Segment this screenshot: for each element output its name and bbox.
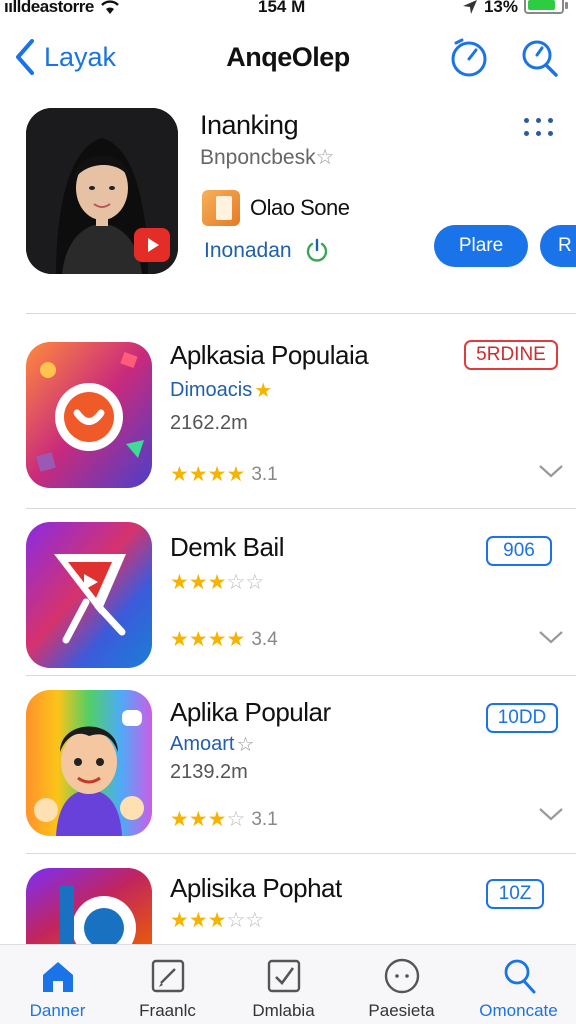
chevron-down-icon[interactable] xyxy=(538,806,564,822)
featured-subtitle-text: Bnponcbesk xyxy=(200,146,316,169)
timer-icon[interactable] xyxy=(448,36,490,78)
price-badge[interactable]: 906 xyxy=(486,536,552,566)
play-icon xyxy=(134,228,170,262)
star-icon: ★ xyxy=(188,909,208,932)
document-app-icon xyxy=(202,190,240,226)
app-developer[interactable]: Amoart ☆ xyxy=(170,732,254,757)
featured-title: Inanking xyxy=(200,110,299,140)
app-title[interactable]: Demk Bail xyxy=(170,532,284,563)
star-icon: ★ xyxy=(207,808,227,831)
star-icon: ★ xyxy=(170,909,189,932)
star-rating: ★ ★ ★ ☆ 3.1 xyxy=(170,807,278,832)
star-icon: ★ xyxy=(254,380,273,402)
star-outline-icon: ☆ xyxy=(226,571,246,594)
developer-label: Inonadan xyxy=(204,239,292,262)
tab-home[interactable]: Danner xyxy=(0,945,115,1024)
star-outline-icon: ☆ xyxy=(236,734,255,756)
star-icon: ★ xyxy=(207,463,227,486)
divider xyxy=(26,313,576,314)
secondary-button[interactable]: R xyxy=(540,225,576,267)
tab-label: Dmlabia xyxy=(252,1001,315,1020)
app-icon[interactable] xyxy=(26,522,152,668)
star-rating: ★ ★ ★ ☆ ☆ xyxy=(170,908,264,933)
star-icon: ★ xyxy=(188,571,208,594)
developer-name: Amoart xyxy=(170,733,235,755)
star-rating: ★ ★ ★ ★ 3.1 xyxy=(170,462,278,487)
star-icon: ★ xyxy=(207,909,227,932)
star-outline-icon: ☆ xyxy=(245,571,265,594)
app-title[interactable]: Aplisika Pophat xyxy=(170,873,342,904)
app-title[interactable]: Aplkasia Populaia xyxy=(170,340,369,371)
star-icon: ★ xyxy=(188,463,208,486)
star-outline-icon: ☆ xyxy=(226,909,246,932)
clock: 154 M xyxy=(258,0,306,16)
rating-value: 3.1 xyxy=(251,808,278,830)
featured-subtitle: Bnponcbesk☆ xyxy=(200,145,334,170)
rating-value: 3.4 xyxy=(251,628,278,650)
chevron-down-icon[interactable] xyxy=(538,629,564,645)
battery-percent: 13% xyxy=(483,0,518,16)
star-rating: ★ ★ ★ ☆ ☆ xyxy=(170,570,264,595)
tab-checkbox[interactable]: Dmlabia xyxy=(226,945,341,1024)
app-icon[interactable] xyxy=(26,342,152,488)
divider xyxy=(26,508,576,509)
star-outline-icon: ☆ xyxy=(245,909,265,932)
battery-level xyxy=(528,0,556,10)
app-title[interactable]: Aplika Popular xyxy=(170,697,331,728)
star-icon: ★ xyxy=(170,571,189,594)
tab-bar: Danner Fraanlc Dmlabia Paesieta Omoncate xyxy=(0,944,576,1024)
star-icon: ★ xyxy=(188,628,208,651)
wifi-icon xyxy=(101,0,119,14)
star-outline-icon: ☆ xyxy=(226,808,246,831)
price-badge[interactable]: 5RDINE xyxy=(464,340,558,370)
play-button[interactable]: Plare xyxy=(434,225,528,267)
divider xyxy=(26,853,576,854)
tab-chat[interactable]: Paesieta xyxy=(344,945,459,1024)
status-right-group: 13% xyxy=(462,0,568,17)
chevron-down-icon[interactable] xyxy=(538,463,564,479)
tab-label: Fraanlc xyxy=(139,1001,196,1020)
price-badge[interactable]: 10Z xyxy=(486,879,544,909)
developer-name: Dimoacis xyxy=(170,379,253,401)
carrier-group: ıılldeastorre xyxy=(4,0,120,17)
app-developer[interactable]: Dimoacis ★ xyxy=(170,378,272,403)
status-bar: ıılldeastorre 154 M 13% xyxy=(0,0,576,20)
search-icon[interactable] xyxy=(518,36,560,78)
rating-value: 3.1 xyxy=(251,463,278,485)
star-icon: ★ xyxy=(188,808,208,831)
app-icon[interactable] xyxy=(26,868,152,944)
location-icon xyxy=(462,0,477,14)
app-downloads: 2162.2m xyxy=(170,412,248,434)
app-icon[interactable] xyxy=(26,690,152,836)
star-rating: ★ ★ ★ ★ 3.4 xyxy=(170,627,278,652)
battery-icon xyxy=(524,0,568,14)
star-icon: ★ xyxy=(170,628,189,651)
featured-video-thumbnail[interactable] xyxy=(26,108,178,274)
edit-icon xyxy=(151,959,184,993)
star-half-icon: ★ xyxy=(226,628,246,651)
carrier-label: ıılldeastorre xyxy=(4,0,94,16)
app-downloads: 2139.2m xyxy=(170,761,248,783)
featured-developer-link[interactable]: Inonadan xyxy=(204,238,330,264)
checkbox-icon xyxy=(267,959,300,993)
search-icon xyxy=(504,959,535,994)
more-options-icon[interactable] xyxy=(524,118,560,138)
price-badge[interactable]: 10DD xyxy=(486,703,558,733)
chat-icon xyxy=(384,958,419,994)
tab-search[interactable]: Omoncate xyxy=(461,945,576,1024)
home-icon xyxy=(42,962,73,992)
power-icon xyxy=(306,238,327,262)
divider xyxy=(26,675,576,676)
tab-label: Omoncate xyxy=(479,1001,558,1020)
star-half-icon: ★ xyxy=(226,463,246,486)
star-icon: ★ xyxy=(170,463,189,486)
tab-edit[interactable]: Fraanlc xyxy=(110,945,225,1024)
tab-label: Paesieta xyxy=(368,1001,435,1020)
featured-app-name: Olao Sone xyxy=(250,195,350,220)
star-icon: ★ xyxy=(207,571,227,594)
tab-label: Danner xyxy=(29,1001,86,1020)
star-outline-icon: ☆ xyxy=(315,146,335,169)
star-icon: ★ xyxy=(207,628,227,651)
star-icon: ★ xyxy=(170,808,189,831)
